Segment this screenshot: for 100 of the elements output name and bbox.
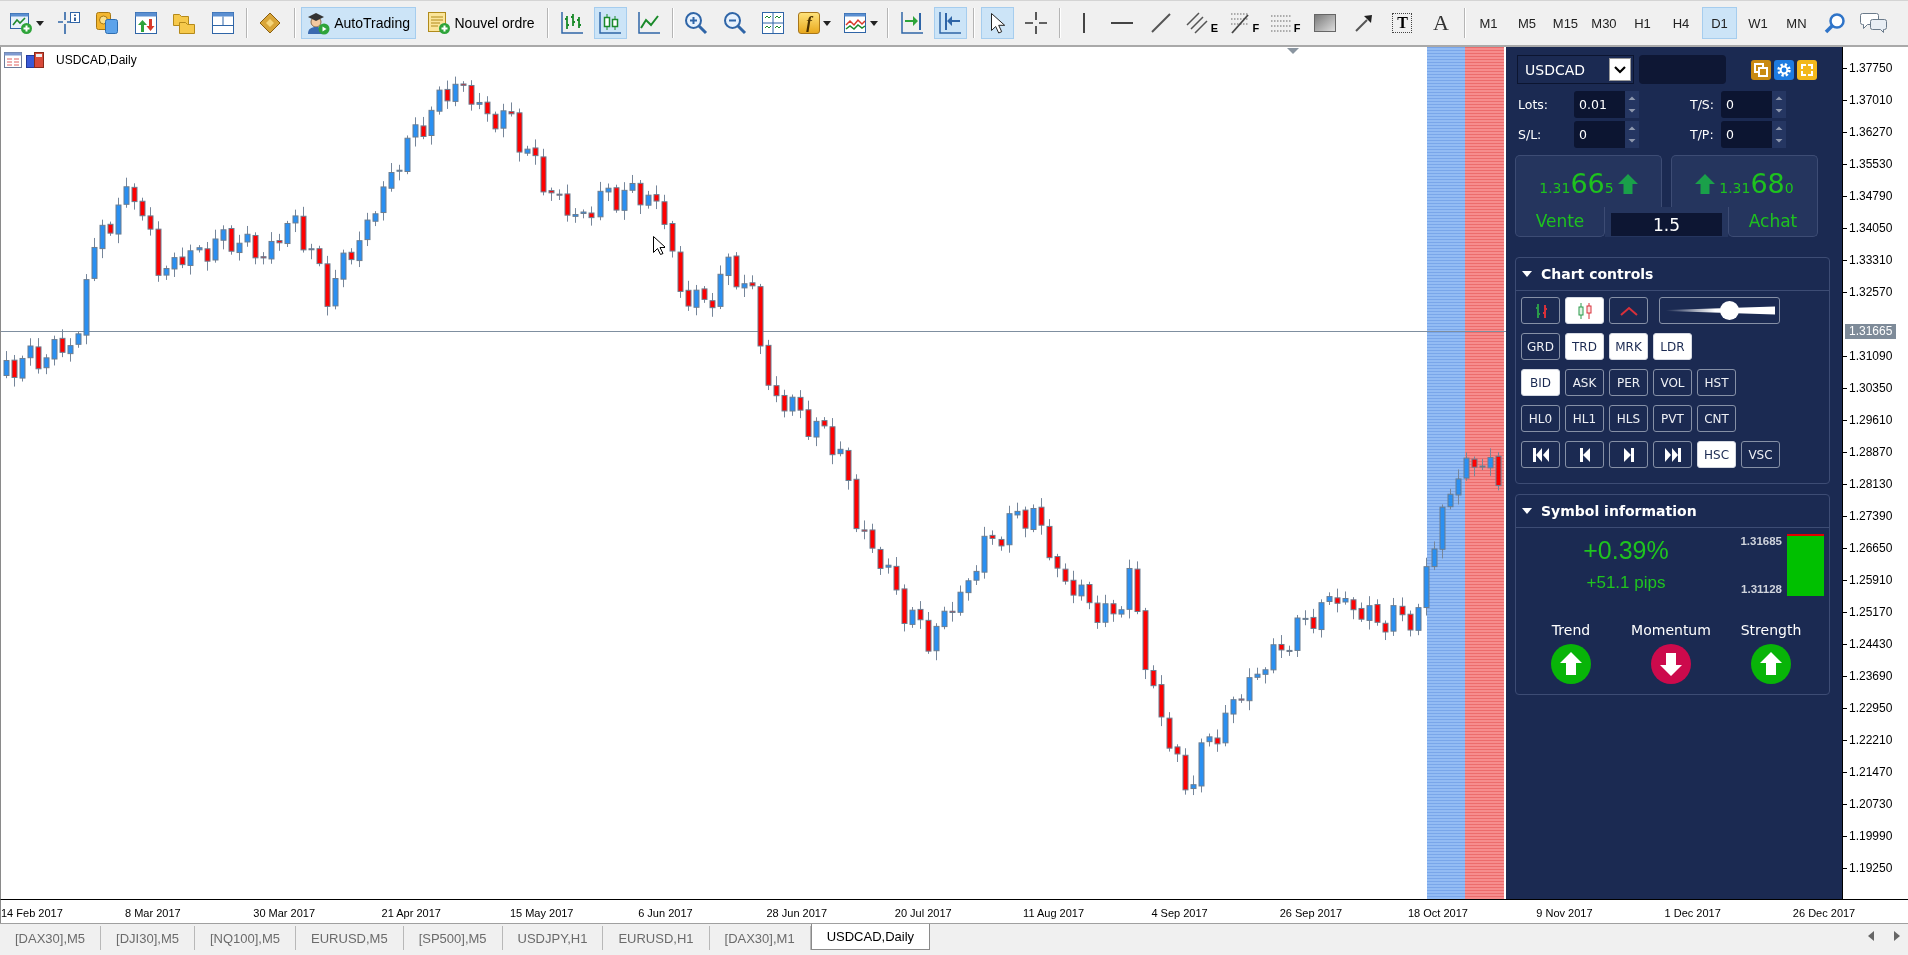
chart-tab[interactable]: EURUSD,H1: [603, 926, 710, 950]
timeframe-button[interactable]: M5: [1509, 7, 1545, 39]
caret-icon: [823, 20, 832, 26]
scroll-right-icon[interactable]: [1894, 931, 1900, 941]
indicator-label: Strength: [1740, 621, 1802, 640]
spinner-arrows-icon[interactable]: [1772, 91, 1786, 118]
timeframe-button[interactable]: H1: [1625, 7, 1660, 39]
price-label: 1.36270: [1849, 125, 1893, 139]
triangle-down-icon[interactable]: [1522, 508, 1532, 514]
zoom-slider[interactable]: [1659, 297, 1780, 324]
dotted-grid-icon: [1270, 14, 1291, 32]
toggle-button[interactable]: MRK: [1609, 333, 1648, 360]
fullscreen-icon[interactable]: [1797, 59, 1817, 80]
toggle-button[interactable]: PVT: [1653, 405, 1692, 432]
section-title[interactable]: Symbol information: [1541, 503, 1697, 519]
toggle-button[interactable]: CNT: [1697, 405, 1736, 432]
horizontal-line-icon: [1111, 21, 1134, 25]
toolbar-button[interactable]: [933, 7, 967, 39]
chart-tab[interactable]: EURUSD,M5: [296, 926, 404, 950]
toggle-button[interactable]: HLS: [1609, 405, 1648, 432]
mouse-pointer-icon: [653, 236, 665, 255]
chart-tab[interactable]: [DAX30],M5: [0, 926, 102, 950]
price-label: 1.22950: [1849, 701, 1893, 715]
triangle-down-icon[interactable]: [1522, 271, 1532, 277]
chart-tab[interactable]: [SP500],M5: [403, 926, 503, 950]
toggle-button[interactable]: HST: [1697, 369, 1736, 396]
toggle-button[interactable]: ASK: [1565, 369, 1604, 396]
timeframe-button[interactable]: H4: [1663, 7, 1699, 39]
timeframe-button[interactable]: D1: [1702, 7, 1737, 39]
chat-icon: [1859, 12, 1888, 34]
toolbar-button[interactable]: [981, 7, 1015, 39]
toolbar-button[interactable]: Nouvel ordre: [421, 7, 541, 39]
toolbar-button[interactable]: F: [1267, 7, 1304, 39]
chart-tab[interactable]: [DAX30],M1: [709, 926, 811, 950]
toggle-button[interactable]: VOL: [1653, 369, 1692, 396]
number-input[interactable]: 0: [1721, 91, 1772, 118]
timeframe-button[interactable]: M15: [1548, 7, 1583, 39]
toolbar-button[interactable]: f: [795, 7, 835, 39]
icon-button[interactable]: [1609, 441, 1648, 468]
sell-button[interactable]: Vente: [1515, 207, 1605, 237]
skip-to-start-icon: [1532, 447, 1549, 462]
price-label: 1.19990: [1849, 829, 1893, 843]
buy-quote[interactable]: 1.31 680: [1671, 155, 1818, 207]
toggle-button[interactable]: GRD: [1521, 333, 1560, 360]
toggle-button[interactable]: VSC: [1741, 441, 1780, 468]
spinner-arrows-icon[interactable]: [1772, 121, 1786, 148]
rectangle-icon: [1314, 14, 1337, 32]
chart-tab[interactable]: [DJI30],M5: [101, 926, 195, 950]
sell-quote[interactable]: 1.31 66 5: [1515, 155, 1662, 207]
chart-tab[interactable]: USDCAD,Daily: [810, 924, 931, 950]
icon-button[interactable]: [1653, 441, 1692, 468]
step-forward-icon: [1623, 447, 1634, 462]
toolbar-button[interactable]: F: [1226, 7, 1263, 39]
date-label: 11 Aug 2017: [1023, 906, 1085, 919]
toggle-button[interactable]: LDR: [1653, 333, 1692, 360]
toolbar-button[interactable]: E: [1182, 7, 1221, 39]
field-label: T/P:: [1690, 127, 1715, 142]
search-icon: [1823, 12, 1846, 34]
toggle-button[interactable]: BID: [1521, 369, 1560, 396]
field-label: Lots:: [1518, 97, 1550, 112]
number-input[interactable]: 0: [1721, 121, 1772, 148]
toggle-button[interactable]: PER: [1609, 369, 1648, 396]
scroll-left-icon[interactable]: [1868, 931, 1874, 941]
input-field[interactable]: [1639, 55, 1726, 84]
number-input[interactable]: 0.01: [1574, 91, 1625, 118]
symbol-select[interactable]: USDCAD: [1517, 55, 1634, 84]
toolbar-button[interactable]: T: [1385, 7, 1419, 39]
buy-button[interactable]: Achat: [1728, 207, 1818, 237]
price-label: 1.19250: [1849, 861, 1893, 875]
step-back-icon: [1579, 447, 1590, 462]
toggle-button[interactable]: HL1: [1565, 405, 1604, 432]
toggle-button[interactable]: HSC: [1697, 441, 1736, 468]
icon-button[interactable]: [1565, 441, 1604, 468]
price-label: 1.25170: [1849, 605, 1893, 619]
price-label: 1.34050: [1849, 221, 1893, 235]
date-label: 15 May 2017: [509, 906, 574, 919]
ohlc-bars-icon: [1533, 302, 1548, 319]
field-label: S/L:: [1518, 127, 1543, 142]
zoom-in-icon: [684, 11, 709, 35]
chart-tab[interactable]: [NQ100],M5: [194, 926, 297, 950]
ask-price: 1.31 680: [1719, 170, 1794, 197]
icon-button[interactable]: [1521, 441, 1560, 468]
number-input[interactable]: 0: [1574, 121, 1625, 148]
toggle-button[interactable]: HL0: [1521, 405, 1560, 432]
settings-icon[interactable]: [1774, 59, 1794, 80]
toolbar-button[interactable]: A: [1424, 7, 1458, 39]
spinner-arrows-icon[interactable]: [1625, 121, 1639, 148]
crosshair-icon: [1025, 12, 1048, 34]
timeframe-button[interactable]: W1: [1740, 7, 1776, 39]
timeframe-button[interactable]: M1: [1471, 7, 1506, 39]
copy-icon[interactable]: [1751, 59, 1771, 80]
toolbar-button[interactable]: AutoTrading: [301, 7, 416, 39]
chart-tab[interactable]: USDJPY,H1: [502, 926, 604, 950]
toggle-button[interactable]: TRD: [1565, 333, 1604, 360]
slider-thumb[interactable]: [1720, 301, 1739, 320]
section-title[interactable]: Chart controls: [1541, 266, 1654, 282]
timeframe-button[interactable]: MN: [1779, 7, 1814, 39]
chevron-down-icon: [1609, 58, 1631, 81]
timeframe-button[interactable]: M30: [1586, 7, 1622, 39]
spinner-arrows-icon[interactable]: [1625, 91, 1639, 118]
